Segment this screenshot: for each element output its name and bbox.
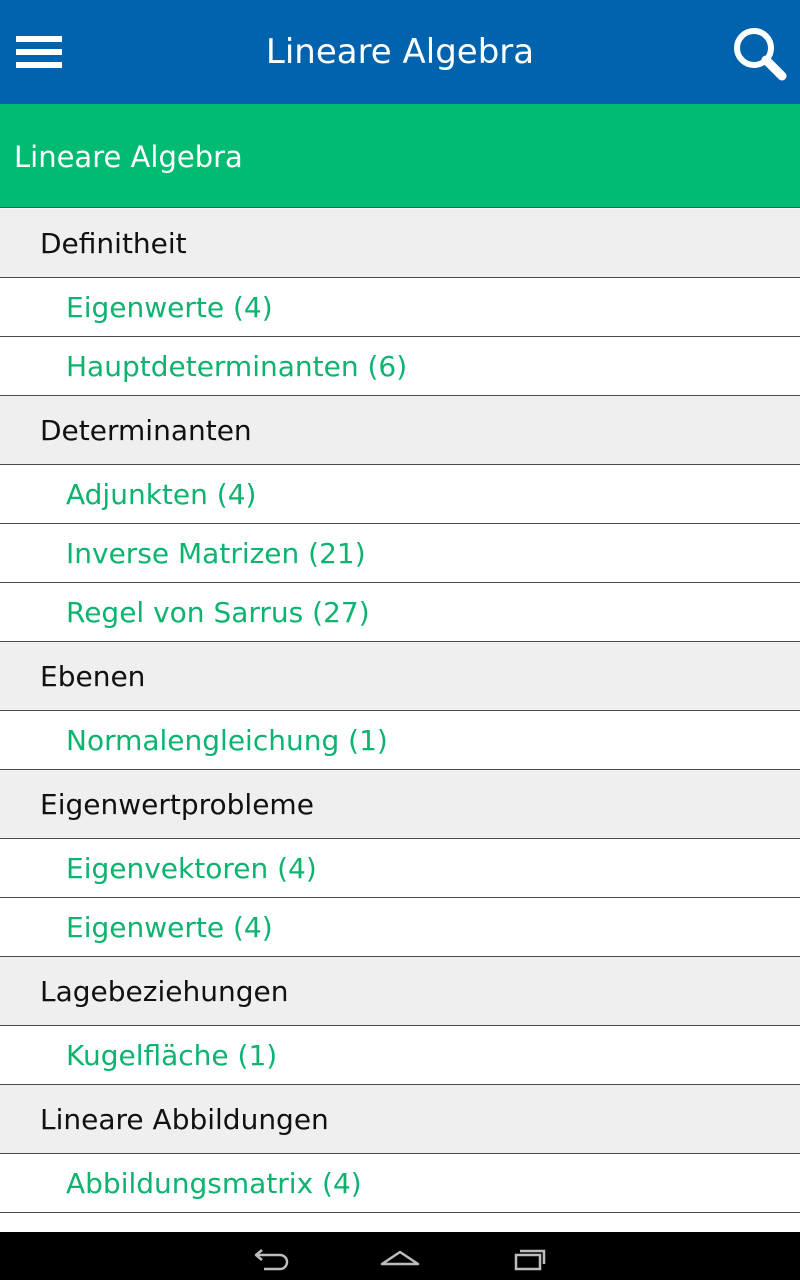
topic-label: Adjunkten (4): [66, 478, 257, 511]
category-label: Lineare Abbildungen: [40, 1103, 329, 1136]
topic-label: Eigenwerte (4): [66, 291, 273, 324]
category-header: Determinanten: [0, 396, 800, 465]
search-icon[interactable]: [730, 24, 790, 84]
app-screen: Lineare Algebra Lineare Algebra Definith…: [0, 0, 800, 1280]
topic-item[interactable]: Hauptdeterminanten (6): [0, 337, 800, 396]
topic-item[interactable]: Eigenwerte (4): [0, 898, 800, 957]
section-title: Lineare Algebra: [14, 140, 243, 174]
topic-item[interactable]: Eigenwerte (4): [0, 278, 800, 337]
topic-label: Eigenwerte (4): [66, 911, 273, 944]
back-icon[interactable]: [242, 1236, 302, 1276]
topic-item[interactable]: Regel von Sarrus (27): [0, 583, 800, 642]
category-label: Ebenen: [40, 660, 146, 693]
category-header: Lineare Abbildungen: [0, 1085, 800, 1154]
category-label: Eigenwertprobleme: [40, 788, 314, 821]
section-header: Lineare Algebra: [0, 104, 800, 208]
toolbar: Lineare Algebra: [0, 0, 800, 104]
topic-item[interactable]: Kugelfläche (1): [0, 1026, 800, 1085]
topic-label: Abbildungsmatrix (4): [66, 1167, 362, 1200]
toolbar-title: Lineare Algebra: [265, 32, 535, 72]
topic-label: Kugelfläche (1): [66, 1039, 278, 1072]
topic-list[interactable]: Definitheit Eigenwerte (4) Hauptdeterminan…: [0, 209, 800, 1232]
topic-label: Hauptdeterminanten (6): [66, 350, 408, 383]
category-label: Definitheit: [40, 227, 187, 260]
topic-label: Regel von Sarrus (27): [66, 596, 370, 629]
topic-item[interactable]: Adjunkten (4): [0, 465, 800, 524]
category-header: Definitheit: [0, 209, 800, 278]
topic-label: Inverse Matrizen (21): [66, 537, 366, 570]
topic-label: Eigenvektoren (4): [66, 852, 317, 885]
topic-item[interactable]: Abbildungsmatrix (4): [0, 1154, 800, 1213]
system-navigation-bar: [0, 1232, 800, 1280]
recents-icon[interactable]: [498, 1236, 558, 1276]
topic-item[interactable]: Eigenvektoren (4): [0, 839, 800, 898]
hamburger-menu-icon[interactable]: [14, 34, 64, 72]
home-icon[interactable]: [370, 1236, 430, 1276]
category-header: Ebenen: [0, 642, 800, 711]
topic-label: Normalengleichung (1): [66, 724, 388, 757]
category-header: Lagebeziehungen: [0, 957, 800, 1026]
category-label: Determinanten: [40, 414, 252, 447]
category-label: Lagebeziehungen: [40, 975, 289, 1008]
topic-item[interactable]: Inverse Matrizen (21): [0, 524, 800, 583]
topic-item[interactable]: Normalengleichung (1): [0, 711, 800, 770]
category-header: Eigenwertprobleme: [0, 770, 800, 839]
